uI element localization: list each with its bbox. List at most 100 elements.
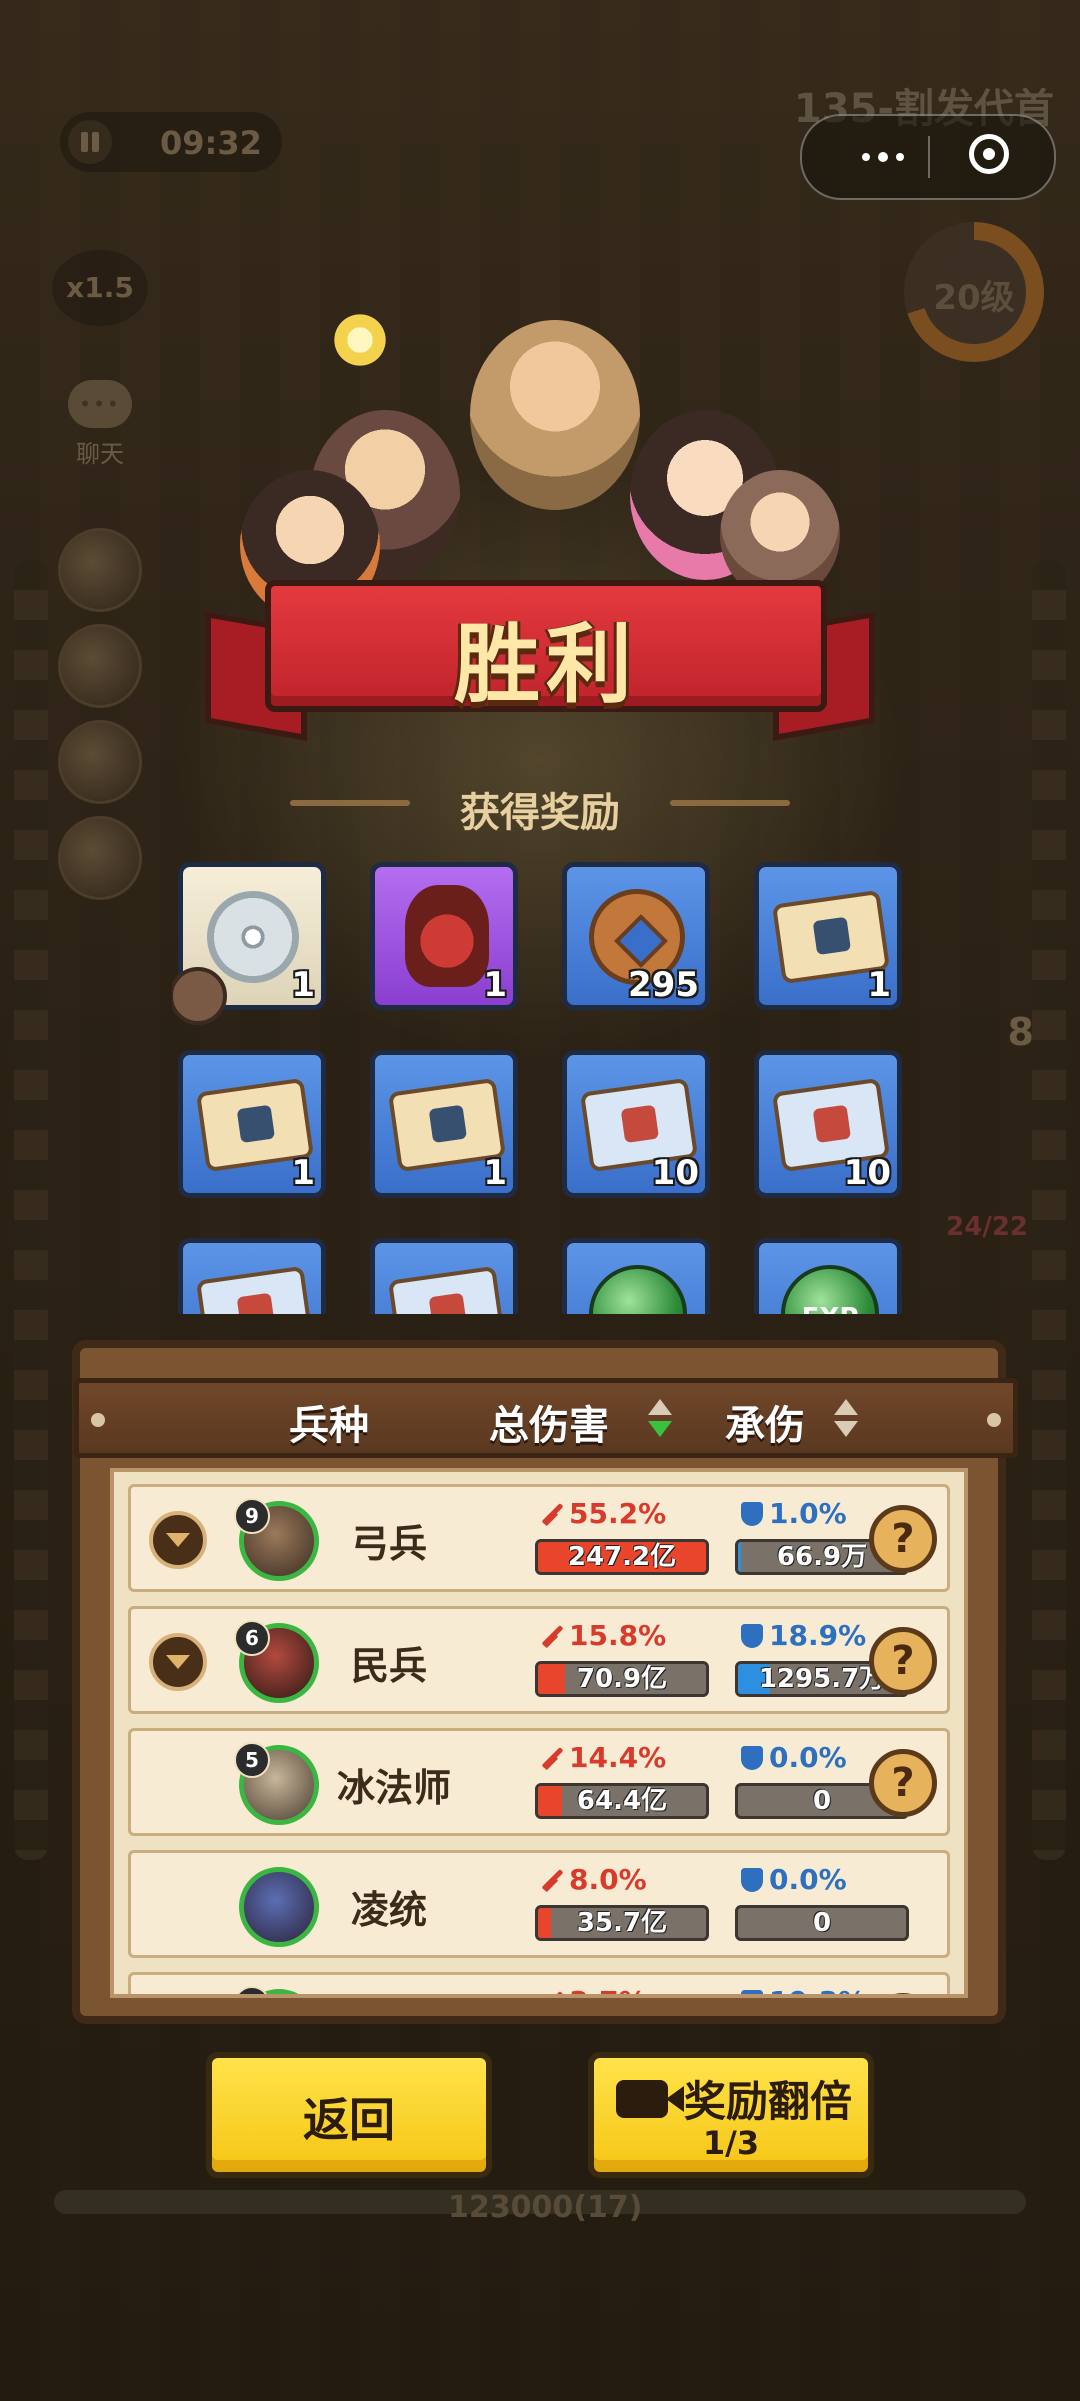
exp-orb-icon: EXP	[781, 1265, 879, 1314]
expand-button[interactable]	[149, 1511, 207, 1569]
unit-level: 6	[234, 1620, 270, 1656]
speed-button[interactable]: x1.5	[52, 250, 148, 326]
reward-item[interactable]: 1	[370, 1050, 518, 1198]
double-reward-count: 1/3	[702, 2124, 760, 2162]
reward-item[interactable]: 295	[562, 862, 710, 1010]
unit-avatar	[239, 1867, 319, 1947]
unit-avatar: 6	[234, 1620, 319, 1703]
taken-column-header[interactable]: 承伤	[725, 1393, 805, 1451]
unit-name: 弓兵	[351, 1522, 428, 1566]
chat-button[interactable]: 聊天	[54, 380, 146, 490]
stats-row: 2 3.7% 19.3% ?	[128, 1972, 950, 1994]
stats-row: 9 弓兵 55.2% 247.2亿 1.0% 66.9万 ?	[128, 1484, 950, 1592]
side-hero-avatar[interactable]	[58, 624, 142, 708]
sword-icon	[541, 1503, 563, 1525]
reward-item[interactable]: EXP	[754, 1238, 902, 1314]
damage-value: 64.4亿	[576, 1786, 668, 1816]
damage-bar: 247.2亿	[535, 1539, 709, 1575]
help-button[interactable]: ?	[869, 1993, 937, 1994]
scroll-fire-icon	[195, 1265, 315, 1314]
back-button[interactable]: 返回	[206, 2052, 492, 2178]
shield-icon	[741, 1990, 763, 1994]
close-target-icon[interactable]	[969, 134, 1009, 174]
reward-item[interactable]: 1	[754, 862, 902, 1010]
reward-count: 1	[291, 965, 315, 1005]
side-hero-avatar[interactable]	[58, 528, 142, 612]
sword-icon	[541, 1747, 563, 1769]
reward-count: 1	[291, 1153, 315, 1193]
unit-name: 民兵	[351, 1644, 428, 1688]
reward-grid: 1 1 295 1 1 1 10 10 EXP	[172, 858, 912, 1314]
damage-percent: 8.0%	[541, 1863, 647, 1896]
shield-icon	[741, 1868, 763, 1892]
damage-percent: 55.2%	[541, 1497, 666, 1530]
double-reward-label: 奖励翻倍	[684, 2077, 853, 2126]
double-reward-button[interactable]: 奖励翻倍 1/3	[588, 2052, 874, 2178]
exp-label: EXP	[785, 1303, 875, 1314]
wine-jar-icon	[405, 885, 489, 987]
pause-icon[interactable]	[68, 120, 112, 164]
taken-percent: 0.0%	[741, 1863, 847, 1896]
reward-item[interactable]	[370, 1238, 518, 1314]
hero-badge-icon	[172, 967, 227, 1025]
help-button[interactable]: ?	[869, 1627, 937, 1695]
sword-icon	[541, 1869, 563, 1891]
stats-list[interactable]: 9 弓兵 55.2% 247.2亿 1.0% 66.9万 ? 6 民兵 15.8…	[110, 1468, 968, 1998]
taken-percent: 1.0%	[741, 1497, 847, 1530]
reward-item[interactable]: 10	[562, 1050, 710, 1198]
green-orb-icon	[589, 1265, 687, 1314]
unit-name: 冰法师	[337, 1766, 452, 1810]
chat-icon	[68, 380, 132, 428]
reward-count: 10	[651, 1153, 699, 1193]
reward-count: 10	[843, 1153, 891, 1193]
rewards-title: 获得奖励	[460, 790, 620, 836]
troop-count: 24/22	[946, 1212, 1028, 1242]
sort-damage-icon[interactable]	[645, 1399, 675, 1443]
taken-percent: 0.0%	[741, 1741, 847, 1774]
reward-item[interactable]: 1	[370, 862, 518, 1010]
battle-timer: 09:32	[160, 124, 262, 162]
reward-item[interactable]	[562, 1238, 710, 1314]
scroll-lightning-icon	[387, 1265, 507, 1314]
more-icon[interactable]	[844, 144, 924, 170]
reward-item[interactable]	[178, 1238, 326, 1314]
side-counter: 8	[1007, 1010, 1034, 1054]
video-camera-icon	[616, 2080, 684, 2118]
help-button[interactable]: ?	[869, 1505, 937, 1573]
damage-bar: 64.4亿	[535, 1783, 709, 1819]
unit-name: 凌统	[351, 1888, 428, 1932]
victory-title: 胜利	[454, 615, 638, 715]
sword-icon	[541, 1625, 563, 1647]
unit-avatar: 5	[234, 1742, 319, 1825]
silver-disc-icon	[207, 891, 299, 983]
level-ring: 20级	[904, 222, 1044, 362]
unit-level: 5	[234, 1742, 270, 1778]
damage-bar: 70.9亿	[535, 1661, 709, 1697]
timer-pill: 09:32	[60, 112, 282, 172]
damage-value: 70.9亿	[576, 1664, 668, 1694]
taken-bar: 0	[735, 1905, 909, 1941]
chat-label: 聊天	[76, 440, 124, 468]
sort-taken-icon[interactable]	[831, 1399, 861, 1443]
player-level: 20级	[933, 278, 1015, 318]
reward-count: 1	[483, 1153, 507, 1193]
shield-icon	[741, 1746, 763, 1770]
expand-button[interactable]	[149, 1633, 207, 1691]
damage-column-header[interactable]: 总伤害	[489, 1393, 609, 1451]
stats-row: 凌统 8.0% 35.7亿 0.0% 0	[128, 1850, 950, 1958]
capsule-divider	[928, 136, 930, 178]
damage-percent: 3.7%	[541, 1985, 647, 1994]
stats-header: 兵种 总伤害 承伤	[74, 1378, 1018, 1458]
mini-program-capsule	[800, 114, 1056, 200]
stats-row: 5 冰法师 14.4% 64.4亿 0.0% 0 ?	[128, 1728, 950, 1836]
reward-item[interactable]: 1	[172, 862, 326, 1025]
unit-avatar: 2	[234, 1986, 319, 1994]
shield-icon	[741, 1624, 763, 1648]
help-button[interactable]: ?	[869, 1749, 937, 1817]
unit-column-header: 兵种	[289, 1403, 369, 1449]
reward-item[interactable]: 1	[178, 1050, 326, 1198]
reward-item[interactable]: 10	[754, 1050, 902, 1198]
damage-value: 35.7亿	[576, 1908, 668, 1938]
taken-value: 0	[812, 1908, 832, 1938]
shield-icon	[741, 1502, 763, 1526]
